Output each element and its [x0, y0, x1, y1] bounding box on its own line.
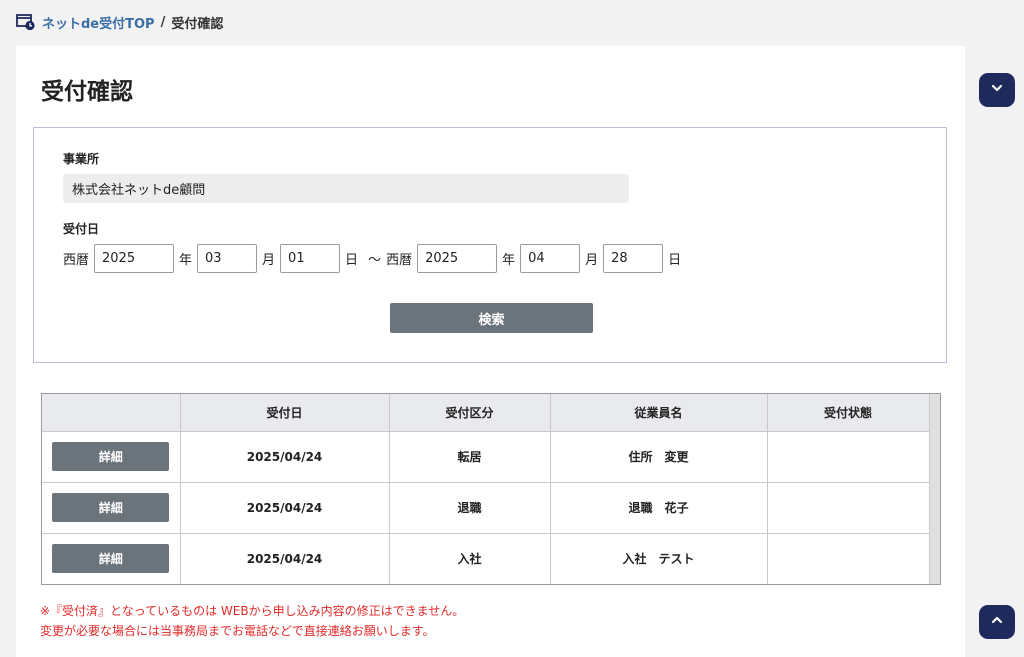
table-cell-action: 詳細	[42, 431, 181, 483]
notice-line-2: 変更が必要な場合には当事務局までお電話などで直接連絡お願いします。	[40, 624, 435, 638]
notice-text: ※『受付済』となっているものは WEBから申し込み内容の修正はできません。 変更…	[40, 601, 464, 641]
from-day-unit: 日	[345, 253, 359, 268]
table-row: 詳細 2025/04/24 退職 退職 花子	[42, 482, 930, 534]
table-scrollbar[interactable]	[929, 394, 940, 584]
detail-button[interactable]: 詳細	[52, 442, 170, 471]
header-category: 受付区分	[389, 394, 551, 432]
table-cell-date: 2025/04/24	[180, 482, 390, 534]
office-label: 事業所	[63, 152, 100, 166]
to-year-input[interactable]	[417, 244, 498, 273]
table-cell-status	[767, 482, 930, 534]
header-status: 受付状態	[767, 394, 930, 432]
table-cell-employee: 退職 花子	[550, 482, 768, 534]
table-header-row: 受付日 受付区分 従業員名 受付状態	[42, 394, 930, 432]
table-cell-date: 2025/04/24	[180, 533, 390, 584]
from-year-unit: 年	[179, 253, 193, 268]
main-card: 受付確認 事業所 株式会社ネットde顧問 受付日 西暦 年 月 日 〜 西暦 年…	[16, 46, 965, 657]
table-row: 詳細 2025/04/24 転居 住所 変更	[42, 431, 930, 483]
scroll-up-button[interactable]	[979, 605, 1015, 639]
table-cell-category: 転居	[389, 431, 551, 483]
from-year-input[interactable]	[94, 244, 175, 273]
search-button[interactable]: 検索	[390, 303, 593, 333]
breadcrumb-home-link[interactable]: ネットde受付TOP	[42, 13, 155, 32]
chevron-down-icon	[989, 80, 1005, 100]
from-month-unit: 月	[262, 253, 276, 268]
detail-button[interactable]: 詳細	[52, 544, 170, 574]
header-employee: 従業員名	[550, 394, 768, 432]
era-label-to: 西暦	[386, 253, 413, 268]
table-cell-employee: 住所 変更	[550, 431, 768, 483]
to-year-unit: 年	[502, 253, 516, 268]
breadcrumb-separator: /	[160, 14, 166, 30]
from-day-input[interactable]	[280, 244, 341, 273]
chevron-up-icon	[989, 612, 1005, 632]
date-range-row: 西暦 年 月 日 〜 西暦 年 月 日	[63, 244, 686, 273]
detail-button[interactable]: 詳細	[52, 493, 170, 522]
results-table-container: 受付日 受付区分 従業員名 受付状態 詳細 2025/04/24 転居 住所 変…	[41, 393, 941, 585]
header-date: 受付日	[180, 394, 390, 432]
search-panel: 事業所 株式会社ネットde顧問 受付日 西暦 年 月 日 〜 西暦 年 月 日 …	[33, 127, 947, 363]
to-day-unit: 日	[668, 253, 682, 268]
breadcrumb: ネットde受付TOP / 受付確認	[16, 12, 223, 32]
table-cell-date: 2025/04/24	[180, 431, 390, 483]
table-row: 詳細 2025/04/24 入社 入社 テスト	[42, 533, 930, 584]
to-month-unit: 月	[585, 253, 599, 268]
table-cell-category: 退職	[389, 482, 551, 534]
results-table: 受付日 受付区分 従業員名 受付状態 詳細 2025/04/24 転居 住所 変…	[42, 394, 930, 584]
scroll-down-button[interactable]	[979, 73, 1015, 107]
to-month-input[interactable]	[520, 244, 581, 273]
range-separator: 〜	[368, 253, 382, 268]
office-field: 株式会社ネットde顧問	[63, 174, 629, 203]
window-clock-icon	[16, 13, 36, 31]
page-title: 受付確認	[41, 79, 133, 105]
table-cell-action: 詳細	[42, 482, 181, 534]
date-label: 受付日	[63, 222, 100, 236]
header-action	[42, 394, 181, 432]
to-day-input[interactable]	[603, 244, 664, 273]
office-value: 株式会社ネットde顧問	[72, 183, 206, 198]
table-cell-employee: 入社 テスト	[550, 533, 768, 584]
table-cell-status	[767, 533, 930, 584]
table-cell-status	[767, 431, 930, 483]
table-cell-action: 詳細	[42, 533, 181, 584]
table-cell-category: 入社	[389, 533, 551, 584]
era-label-from: 西暦	[63, 253, 90, 268]
breadcrumb-current: 受付確認	[171, 16, 224, 32]
notice-line-1: ※『受付済』となっているものは WEBから申し込み内容の修正はできません。	[40, 604, 465, 618]
from-month-input[interactable]	[197, 244, 258, 273]
